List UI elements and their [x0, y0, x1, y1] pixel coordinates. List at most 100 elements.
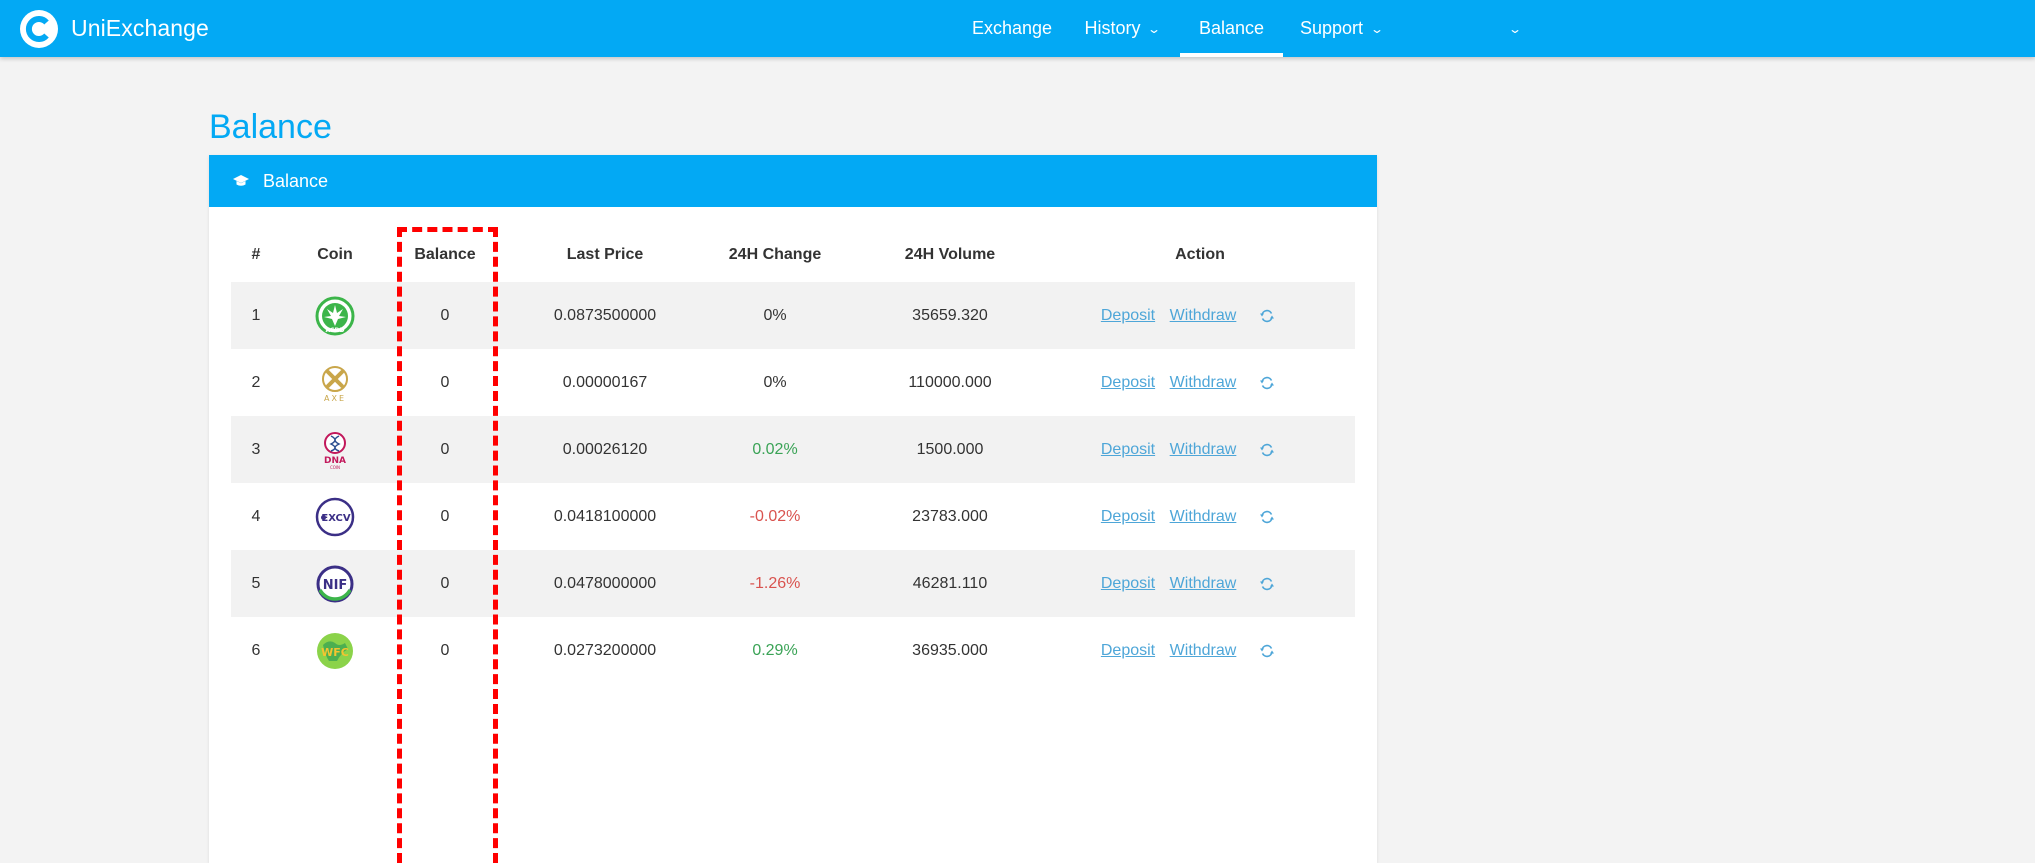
- col-header-index: #: [251, 246, 261, 263]
- chevron-down-icon: ⌄: [1507, 21, 1523, 36]
- col-header-24h-volume: 24H Volume: [904, 246, 996, 263]
- last-price: 0.00000167: [562, 373, 648, 391]
- row-index: 5: [251, 574, 261, 592]
- refresh-icon: [1260, 443, 1274, 456]
- axe-coin-icon: AXE: [322, 365, 348, 403]
- table-row: 5 NIF 0 0.0478000000 -1.26% 46281.110 De…: [231, 550, 1355, 617]
- brand-name: UniExchange: [71, 15, 209, 41]
- row-index: 2: [251, 373, 261, 391]
- chevron-down-icon: ⌄: [1369, 21, 1385, 36]
- nav-balance[interactable]: Balance: [1180, 0, 1283, 57]
- page-title: Balance: [209, 108, 332, 146]
- refresh-button[interactable]: [1257, 483, 1277, 550]
- table-row: 3 DNA COIN 0 0.00026120 0.02% 1500.000 D…: [231, 416, 1355, 483]
- svg-text:AXE: AXE: [324, 394, 346, 403]
- coin-cell: WFC: [305, 617, 365, 684]
- deposit-link[interactable]: Deposit: [1093, 416, 1163, 483]
- chevron-down-icon: ⌄: [1147, 21, 1162, 36]
- withdraw-link[interactable]: Withdraw: [1158, 282, 1248, 349]
- row-index: 3: [251, 440, 261, 458]
- row-index: 1: [251, 306, 261, 324]
- volume-value: 1500.000: [916, 440, 984, 458]
- svg-text:WFC: WFC: [321, 646, 349, 659]
- table-row: 2 AXE 0 0.00000167 0% 110000.000 Deposit…: [231, 349, 1355, 416]
- balance-value: 0: [440, 306, 450, 324]
- acdd-coin-icon: ACDD: [315, 296, 355, 335]
- nav-history-label: History: [1084, 18, 1141, 38]
- deposit-link[interactable]: Deposit: [1093, 550, 1163, 617]
- withdraw-link-label: Withdraw: [1169, 440, 1237, 458]
- balance-value: 0: [440, 574, 450, 592]
- deposit-link-label: Deposit: [1100, 306, 1156, 324]
- col-header-coin: Coin: [317, 246, 353, 263]
- change-value: 0%: [763, 373, 787, 391]
- svg-text:EXCV: EXCV: [321, 513, 351, 524]
- withdraw-link[interactable]: Withdraw: [1158, 617, 1248, 684]
- nav-history[interactable]: History ⌄: [1078, 0, 1166, 57]
- balance-value: 0: [440, 507, 450, 525]
- deposit-link[interactable]: Deposit: [1093, 349, 1163, 416]
- balance-value: 0: [440, 440, 450, 458]
- withdraw-link-label: Withdraw: [1169, 641, 1237, 659]
- balance-value: 0: [440, 373, 450, 391]
- last-price: 0.0478000000: [553, 574, 657, 592]
- dna-coin-icon: DNA COIN: [324, 431, 346, 470]
- nav-exchange[interactable]: Exchange: [967, 0, 1057, 57]
- volume-value: 23783.000: [912, 507, 988, 525]
- change-value: 0.02%: [752, 440, 798, 458]
- deposit-link-label: Deposit: [1100, 507, 1156, 525]
- svg-text:NIF: NIF: [323, 578, 348, 593]
- change-value: 0.29%: [752, 641, 798, 659]
- deposit-link[interactable]: Deposit: [1093, 282, 1163, 349]
- nav-balance-label: Balance: [1198, 18, 1265, 38]
- deposit-link-label: Deposit: [1100, 641, 1156, 659]
- withdraw-link[interactable]: Withdraw: [1158, 483, 1248, 550]
- refresh-icon: [1260, 577, 1274, 590]
- coin-cell: AXE: [305, 349, 365, 416]
- last-price: 0.0418100000: [553, 507, 657, 525]
- withdraw-link-label: Withdraw: [1169, 574, 1237, 592]
- withdraw-link[interactable]: Withdraw: [1158, 349, 1248, 416]
- change-value: -0.02%: [749, 507, 801, 525]
- refresh-icon: [1260, 644, 1274, 657]
- change-value: 0%: [763, 306, 787, 324]
- volume-value: 110000.000: [908, 373, 992, 391]
- svg-text:ACDD: ACDD: [325, 327, 344, 334]
- graduation-cap-icon: [233, 175, 249, 186]
- table-row: 6 WFC 0 0.0273200000 0.29% 36935.000 Dep…: [231, 617, 1355, 684]
- excv-coin-icon: EXCV: [315, 497, 355, 536]
- refresh-icon: [1260, 376, 1274, 389]
- card-title: Balance: [263, 170, 329, 191]
- table-row: 1 ACDD 0 0.0873500000 0% 35659.320 Depos…: [231, 282, 1355, 349]
- coin-cell: DNA COIN: [305, 416, 365, 483]
- card-header: Balance: [209, 155, 1377, 207]
- brand[interactable]: UniExchange: [20, 0, 209, 57]
- table-row: 4 EXCV 0 0.0418100000 -0.02% 23783.000 D…: [231, 483, 1355, 550]
- nav-exchange-label: Exchange: [971, 18, 1053, 38]
- coin-cell: NIF: [305, 550, 365, 617]
- row-index: 4: [251, 507, 261, 525]
- deposit-link[interactable]: Deposit: [1093, 483, 1163, 550]
- refresh-button[interactable]: [1257, 617, 1277, 684]
- nav-support-label: Support: [1299, 18, 1363, 38]
- volume-value: 36935.000: [912, 641, 988, 659]
- refresh-button[interactable]: [1257, 282, 1277, 349]
- deposit-link-label: Deposit: [1100, 574, 1156, 592]
- refresh-button[interactable]: [1257, 416, 1277, 483]
- deposit-link-label: Deposit: [1100, 440, 1156, 458]
- nif-coin-icon: NIF: [316, 565, 354, 602]
- deposit-link[interactable]: Deposit: [1093, 617, 1163, 684]
- refresh-button[interactable]: [1257, 349, 1277, 416]
- volume-value: 46281.110: [912, 574, 988, 592]
- col-header-last-price: Last Price: [566, 246, 644, 263]
- last-price: 0.0273200000: [553, 641, 657, 659]
- nav-user-menu[interactable]: ⌄: [1500, 0, 1530, 57]
- withdraw-link-label: Withdraw: [1169, 507, 1237, 525]
- row-index: 6: [251, 641, 261, 659]
- withdraw-link[interactable]: Withdraw: [1158, 416, 1248, 483]
- withdraw-link[interactable]: Withdraw: [1158, 550, 1248, 617]
- nav-support[interactable]: Support ⌄: [1295, 0, 1387, 57]
- wfc-coin-icon: WFC: [317, 632, 353, 669]
- refresh-icon: [1260, 309, 1274, 322]
- refresh-button[interactable]: [1257, 550, 1277, 617]
